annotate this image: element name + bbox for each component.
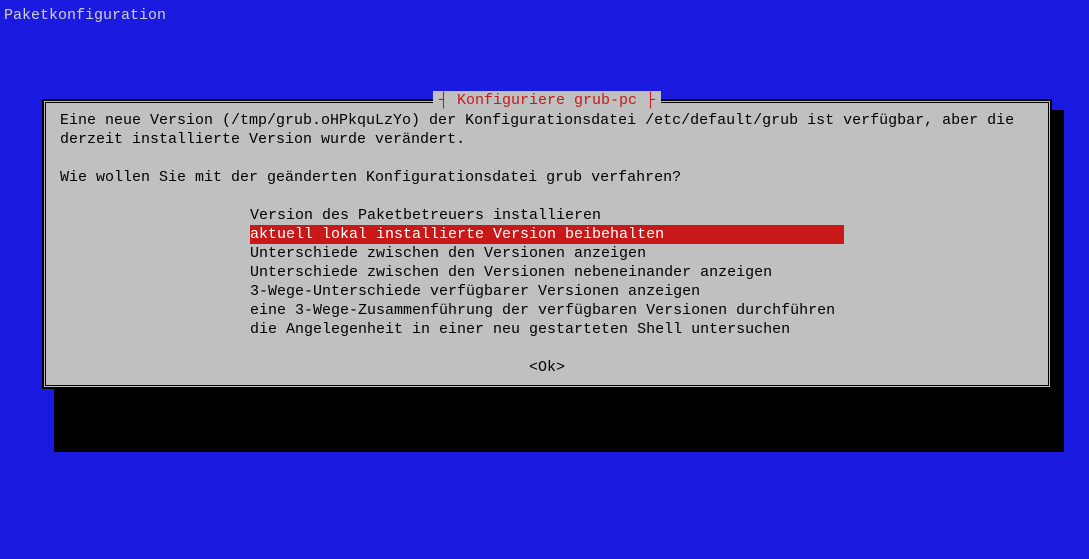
terminal-background: Paketkonfiguration ┤ Konfiguriere grub-p… [0, 0, 1089, 559]
body-line-1: Eine neue Version (/tmp/grub.oHPkquLzYo)… [60, 112, 1014, 129]
ok-button[interactable]: <Ok> [60, 358, 1034, 377]
dialog-title: ┤ Konfiguriere grub-pc ├ [433, 91, 661, 110]
dialog-question: Wie wollen Sie mit der geänderten Konfig… [60, 168, 1034, 187]
option-show-diff-side[interactable]: Unterschiede zwischen den Versionen nebe… [250, 263, 1034, 282]
page-title: Paketkonfiguration [4, 6, 166, 25]
option-install-maintainer[interactable]: Version des Paketbetreuers installieren [250, 206, 1034, 225]
option-keep-local[interactable]: aktuell lokal installierte Version beibe… [250, 225, 844, 244]
dialog-inner: ┤ Konfiguriere grub-pc ├ Eine neue Versi… [45, 102, 1049, 386]
dialog-body-text: Eine neue Version (/tmp/grub.oHPkquLzYo)… [60, 111, 1034, 149]
options-list: Version des Paketbetreuers installieren … [250, 206, 1034, 339]
option-3way-diff[interactable]: 3-Wege-Unterschiede verfügbarer Versione… [250, 282, 1034, 301]
dialog-body: Eine neue Version (/tmp/grub.oHPkquLzYo)… [60, 111, 1034, 377]
config-dialog: ┤ Konfiguriere grub-pc ├ Eine neue Versi… [42, 99, 1052, 389]
option-3way-merge[interactable]: eine 3-Wege-Zusammenführung der verfügba… [250, 301, 1034, 320]
dialog-title-text: Konfiguriere grub-pc [457, 92, 637, 109]
option-shell[interactable]: die Angelegenheit in einer neu gestartet… [250, 320, 1034, 339]
option-show-diff[interactable]: Unterschiede zwischen den Versionen anze… [250, 244, 1034, 263]
body-line-2: derzeit installierte Version wurde verän… [60, 131, 465, 148]
